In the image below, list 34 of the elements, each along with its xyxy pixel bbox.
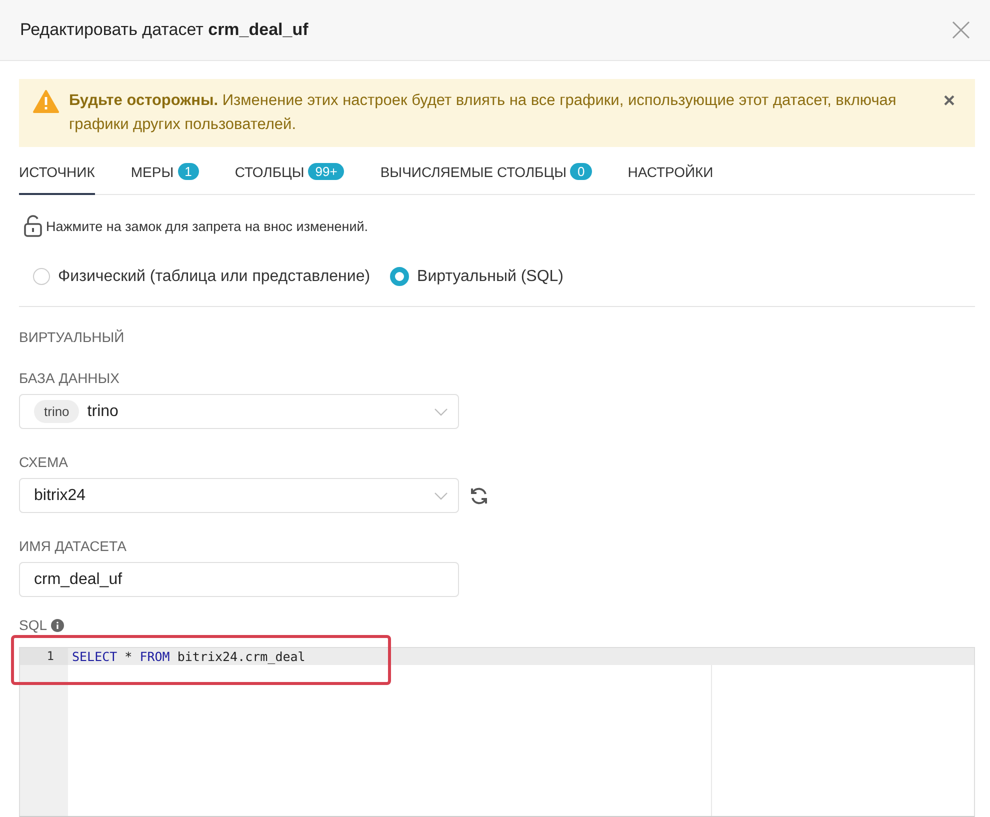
source-type-radio[interactable]: Виртуальный (SQL) bbox=[390, 267, 564, 286]
count-badge: 1 bbox=[178, 163, 199, 180]
count-badge: 99+ bbox=[308, 163, 344, 180]
lock-hint: Нажмите на замок для запрета на внос изменений. bbox=[46, 218, 368, 234]
line-number: 1 bbox=[20, 648, 68, 665]
info-icon bbox=[51, 618, 64, 632]
radio-circle[interactable] bbox=[33, 268, 50, 285]
count-badge: 0 bbox=[570, 163, 592, 180]
section-title: ВИРТУАЛЬНЫЙ bbox=[19, 329, 126, 345]
tab[interactable]: НАСТРОЙКИ bbox=[628, 151, 714, 195]
database-tag: trino bbox=[34, 400, 80, 423]
radio-label: Виртуальный (SQL) bbox=[417, 268, 564, 286]
tab[interactable]: МЕРЫ 1 bbox=[130, 151, 199, 195]
warning-icon bbox=[33, 90, 59, 113]
chevron-down-icon bbox=[434, 408, 448, 416]
sql-editor[interactable]: 1 SELECT * FROM bitrix24.crm_deal bbox=[19, 647, 975, 817]
close-icon[interactable] bbox=[952, 21, 970, 39]
field-label: ИМЯ ДАТАСЕТА bbox=[19, 538, 128, 554]
warning-text: Будьте осторожны. Изменение этих настроек будет влиять на все графики, использующие этот датасет, включая графики других пользователей. bbox=[69, 91, 898, 135]
tab[interactable]: ИСТОЧНИК bbox=[19, 151, 95, 195]
input-field[interactable]: crm_deal_uf bbox=[19, 562, 459, 597]
chevron-down-icon bbox=[434, 492, 448, 500]
field-label: SQL bbox=[19, 617, 975, 633]
radio-circle[interactable] bbox=[390, 267, 410, 286]
field-label: СХЕМА bbox=[19, 454, 69, 470]
tab[interactable]: ВЫЧИСЛЯЕМЫЕ СТОЛБЦЫ 0 bbox=[380, 151, 592, 195]
tab[interactable]: СТОЛБЦЫ 99+ bbox=[234, 151, 344, 195]
field-label: БАЗА ДАННЫХ bbox=[19, 370, 121, 386]
refresh-icon[interactable] bbox=[469, 486, 489, 506]
select-field[interactable]: trino trino bbox=[19, 394, 459, 429]
alert-close-button[interactable]: × bbox=[943, 89, 955, 113]
unlocked-lock-icon[interactable] bbox=[23, 215, 43, 237]
select-field[interactable]: bitrix24 bbox=[19, 478, 459, 513]
modal-title: Редактировать датасет crm_deal_uf bbox=[20, 20, 308, 40]
